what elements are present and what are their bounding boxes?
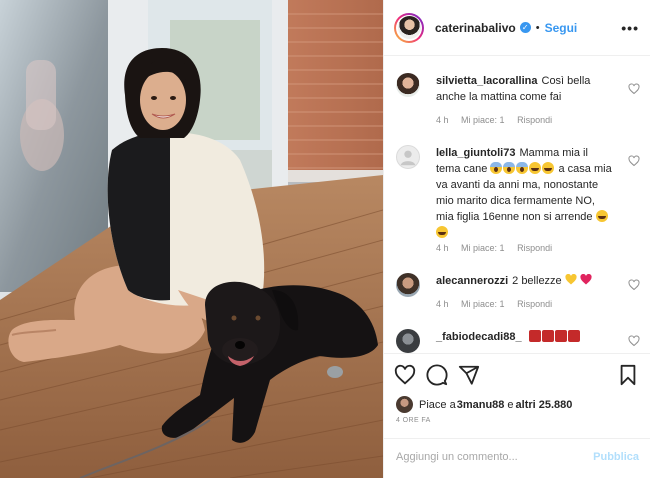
grin-emoji-icon xyxy=(529,162,542,174)
cake-emoji-icon xyxy=(528,330,541,342)
scream-emoji-icon xyxy=(503,162,516,174)
comment-likes[interactable]: Mi piace: 1 xyxy=(461,243,505,253)
comment-body: silvietta_lacorallina Così bella anche la… xyxy=(436,73,614,105)
comment-username[interactable]: _fabiodecadi88_ xyxy=(436,331,522,343)
comment-username[interactable]: alecannerozzi xyxy=(436,275,508,287)
like-comment-heart-icon[interactable] xyxy=(628,83,640,95)
author-avatar-image xyxy=(397,16,421,39)
commenter-avatar[interactable] xyxy=(396,145,420,169)
comment-likes[interactable]: Mi piace: 1 xyxy=(461,115,505,125)
scream-emoji-icon xyxy=(490,162,503,174)
verified-badge-icon: ✓ xyxy=(519,22,531,33)
likes-mid: e xyxy=(507,398,514,411)
publish-button[interactable]: Pubblica xyxy=(593,451,639,463)
author-username[interactable]: caterinabalivo xyxy=(435,21,516,35)
reply-button[interactable]: Rispondi xyxy=(517,115,552,125)
comment-meta: 4 h Mi piace: 1 Rispondi xyxy=(436,115,562,125)
follow-button[interactable]: Segui xyxy=(545,21,578,35)
default-avatar-icon xyxy=(400,150,416,166)
post-actions: Piace a 3manu88 e altri 25.880 4 ORE FA … xyxy=(384,353,650,478)
commenter-avatar[interactable] xyxy=(396,273,420,297)
cake-emoji-icon xyxy=(541,330,554,342)
like-heart-icon[interactable] xyxy=(394,364,416,386)
comment-username[interactable]: silvietta_lacorallina xyxy=(436,75,538,87)
commenter-avatar[interactable] xyxy=(396,329,420,353)
cake-emoji-icon xyxy=(554,330,567,342)
save-bookmark-icon[interactable] xyxy=(617,364,639,386)
post-timestamp: 4 ORE FA xyxy=(396,417,431,424)
header-separator: • xyxy=(535,21,540,34)
comment-meta: 4 h Mi piace: 1 Rispondi xyxy=(436,243,562,253)
share-paper-plane-icon[interactable] xyxy=(458,364,480,386)
scream-emoji-icon xyxy=(516,162,529,174)
comment-meta: 4 h Mi piace: 1 Rispondi xyxy=(436,299,562,309)
comments-list[interactable]: silvietta_lacorallina Così bella anche la… xyxy=(384,57,650,353)
comment-age: 4 h xyxy=(436,243,449,253)
author-avatar[interactable] xyxy=(394,12,424,43)
comment-text: 2 bellezze xyxy=(512,275,562,287)
red-heart-emoji-icon xyxy=(580,273,592,285)
comment-age: 4 h xyxy=(436,115,449,125)
comment-body: _fabiodecadi88_ xyxy=(436,329,614,345)
post-header: caterinabalivo ✓ • Segui ••• xyxy=(384,0,650,56)
like-comment-heart-icon[interactable] xyxy=(628,279,640,291)
grin-emoji-icon xyxy=(436,226,448,238)
comment-username[interactable]: lella_giuntoli73 xyxy=(436,147,515,159)
likes-others[interactable]: altri 25.880 xyxy=(516,399,573,411)
grin-emoji-icon xyxy=(595,210,608,222)
liker-avatar[interactable] xyxy=(396,396,413,413)
comment-bubble-icon[interactable] xyxy=(426,364,448,386)
likes-summary: Piace a 3manu88 e altri 25.880 xyxy=(396,396,572,413)
yellow-heart-emoji-icon xyxy=(565,273,577,285)
cake-emoji-icon xyxy=(567,330,580,342)
grin-emoji-icon xyxy=(542,162,555,174)
comment-age: 4 h xyxy=(436,299,449,309)
comment-input[interactable] xyxy=(396,451,586,463)
likes-prefix: Piace a xyxy=(419,398,456,411)
add-comment-bar: Pubblica xyxy=(384,438,650,478)
post-photo-illustration xyxy=(0,0,383,478)
reply-button[interactable]: Rispondi xyxy=(517,299,552,309)
author-avatar-frame xyxy=(396,14,422,41)
comment-body: alecannerozzi 2 bellezze xyxy=(436,273,614,289)
like-comment-heart-icon[interactable] xyxy=(628,155,640,167)
commenter-avatar[interactable] xyxy=(396,73,420,97)
reply-button[interactable]: Rispondi xyxy=(517,243,552,253)
post-side-panel: caterinabalivo ✓ • Segui ••• silvietta_l… xyxy=(383,0,650,478)
comment-body: lella_giuntoli73 Mamma mia il tema cane a… xyxy=(436,145,614,241)
post-photo[interactable] xyxy=(0,0,383,478)
like-comment-heart-icon[interactable] xyxy=(628,335,640,347)
more-options-icon[interactable]: ••• xyxy=(621,20,639,36)
likes-user[interactable]: 3manu88 xyxy=(457,399,505,411)
comment-likes[interactable]: Mi piace: 1 xyxy=(461,299,505,309)
